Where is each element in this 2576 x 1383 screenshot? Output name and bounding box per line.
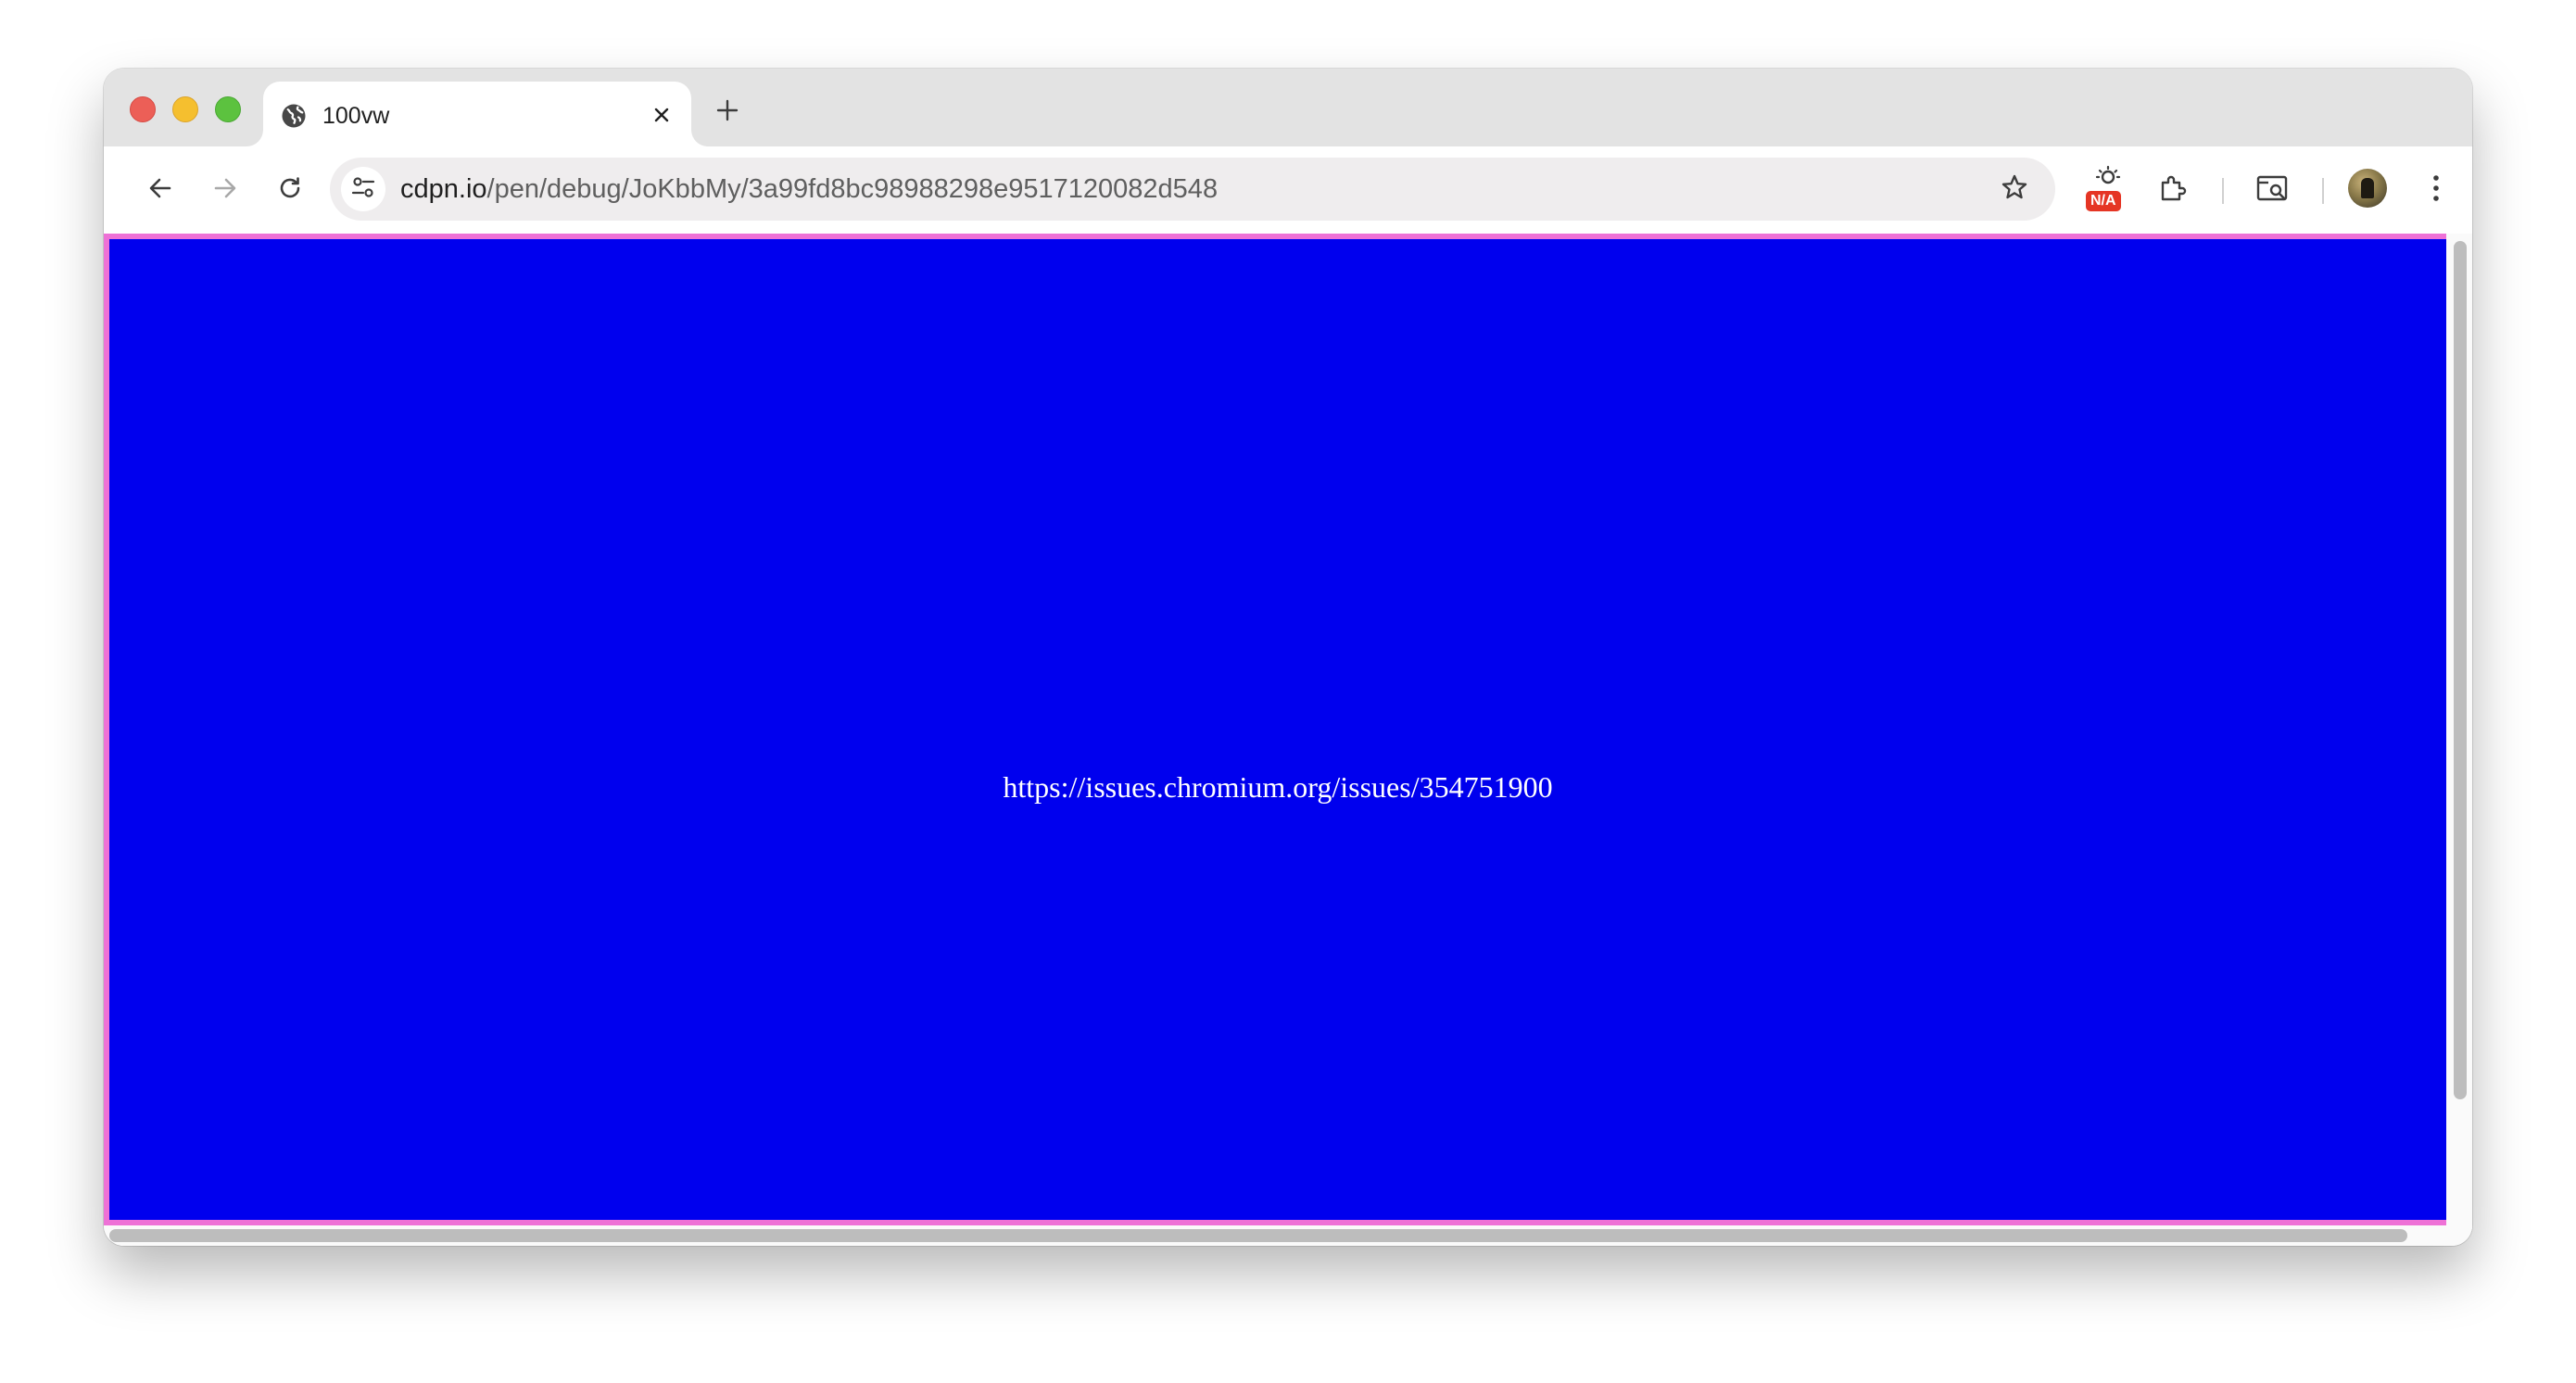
page-frame: https://issues.chromium.org/issues/35475…: [104, 234, 2446, 1225]
forward-button[interactable]: [204, 169, 246, 211]
arrow-left-icon: [146, 174, 174, 207]
window-close-button[interactable]: [130, 96, 156, 122]
vertical-scrollbar[interactable]: [2446, 234, 2472, 1225]
page-viewport: https://issues.chromium.org/issues/35475…: [104, 234, 2472, 1246]
window-minimize-button[interactable]: [172, 96, 198, 122]
tab-strip: 100vw: [104, 69, 2472, 146]
full-width-box: https://issues.chromium.org/issues/35475…: [109, 239, 2446, 1220]
star-icon: [2000, 172, 2029, 207]
menu-button[interactable]: [2415, 169, 2457, 211]
globe-icon: [280, 102, 308, 130]
puzzle-icon: [2157, 172, 2189, 209]
arrow-right-icon: [211, 174, 239, 207]
tab-title: 100vw: [322, 103, 390, 129]
window-maximize-button[interactable]: [215, 96, 241, 122]
tune-icon: [349, 173, 377, 206]
browser-window: 100vw cdpn.io/pen/debug/JoKbbMy/3a99fd8b…: [104, 69, 2472, 1246]
extension-badge: N/A: [2086, 191, 2121, 211]
reload-button[interactable]: [269, 169, 311, 211]
url-path: /pen/debug/JoKbbMy/3a99fd8bc98988298e951…: [486, 174, 1219, 204]
url-text[interactable]: cdpn.io/pen/debug/JoKbbMy/3a99fd8bc98988…: [400, 174, 1218, 204]
close-icon[interactable]: [647, 100, 676, 130]
toolbar-divider: [2322, 178, 2324, 204]
issue-link-text: https://issues.chromium.org/issues/35475…: [1003, 770, 1553, 804]
toolbar-divider: [2222, 178, 2224, 204]
back-button[interactable]: [139, 169, 182, 211]
horizontal-scrollbar[interactable]: [104, 1225, 2472, 1246]
reading-mode-button[interactable]: [2252, 169, 2294, 211]
search-tab-icon: [2255, 172, 2291, 209]
bookmark-button[interactable]: [1998, 172, 2031, 206]
reload-icon: [276, 174, 304, 207]
vertical-scrollbar-thumb[interactable]: [2454, 241, 2467, 1099]
horizontal-scrollbar-thumb[interactable]: [109, 1229, 2407, 1242]
tab-active[interactable]: 100vw: [263, 82, 691, 146]
kebab-menu-icon: [2431, 173, 2441, 208]
avatar[interactable]: [2348, 169, 2387, 208]
site-info-button[interactable]: [341, 167, 385, 211]
extensions-button[interactable]: [2152, 169, 2194, 211]
new-tab-button[interactable]: [712, 96, 743, 128]
toolbar: cdpn.io/pen/debug/JoKbbMy/3a99fd8bc98988…: [104, 146, 2472, 234]
plus-icon: [715, 98, 739, 127]
url-host: cdpn.io: [400, 174, 487, 204]
address-bar[interactable]: cdpn.io/pen/debug/JoKbbMy/3a99fd8bc98988…: [330, 158, 2055, 221]
extension-button[interactable]: N/A: [2083, 163, 2133, 213]
